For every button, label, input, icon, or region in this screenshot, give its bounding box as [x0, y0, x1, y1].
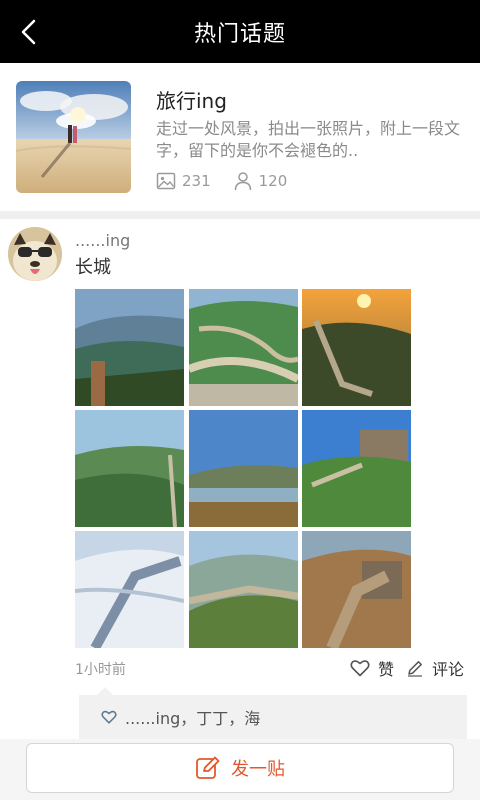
photo-5[interactable]	[189, 410, 298, 527]
likers-pointer	[97, 687, 113, 695]
comment-button[interactable]: 评论	[406, 656, 464, 680]
top-bar: 热门话题	[0, 0, 480, 63]
bottom-bar: 发一贴	[0, 739, 480, 800]
compose-icon	[196, 756, 220, 779]
photo-8[interactable]	[189, 531, 298, 648]
member-count-value: 120	[258, 172, 288, 190]
photo-grid	[75, 289, 411, 648]
post-card: ......ing 长城 1小时前 赞 评论 ......ing，丁丁，海	[0, 219, 480, 739]
heart-icon	[101, 710, 117, 724]
section-divider	[0, 211, 480, 219]
like-label: 赞	[378, 660, 395, 679]
photo-1[interactable]	[75, 289, 184, 406]
topic-stats: 231 120	[156, 169, 309, 193]
photo-7[interactable]	[75, 531, 184, 648]
like-button[interactable]: 赞	[350, 656, 394, 680]
heart-icon	[350, 660, 370, 677]
new-post-label: 发一贴	[231, 759, 285, 780]
photo-9[interactable]	[302, 531, 411, 648]
post-time: 1小时前	[75, 662, 126, 678]
topic-description: 走过一处风景，拍出一张照片，附上一段文字，留下的是你不会褪色的..	[156, 119, 461, 160]
photo-count-value: 231	[182, 172, 211, 190]
likers-list: ......ing，丁丁，海	[79, 687, 467, 739]
photo-6[interactable]	[302, 410, 411, 527]
pencil-icon	[408, 661, 422, 677]
topic-thumbnail	[16, 81, 131, 193]
image-icon	[156, 172, 176, 190]
post-text: 长城	[75, 257, 111, 278]
new-post-button[interactable]: 发一贴	[26, 743, 454, 793]
photo-3[interactable]	[302, 289, 411, 406]
topic-card[interactable]: 旅行ing 走过一处风景，拍出一张照片，附上一段文字，留下的是你不会褪色的.. …	[0, 63, 480, 211]
photo-4[interactable]	[75, 410, 184, 527]
avatar[interactable]	[8, 227, 62, 281]
page-title: 热门话题	[193, 22, 286, 47]
comment-label: 评论	[432, 660, 465, 679]
photo-count: 231	[156, 171, 211, 191]
topic-title: 旅行ing	[156, 89, 227, 113]
likers-names[interactable]: ......ing，丁丁，海	[125, 705, 260, 729]
member-count: 120	[233, 171, 288, 191]
post-username[interactable]: ......ing	[75, 231, 130, 250]
photo-2[interactable]	[189, 289, 298, 406]
user-icon	[234, 172, 251, 191]
